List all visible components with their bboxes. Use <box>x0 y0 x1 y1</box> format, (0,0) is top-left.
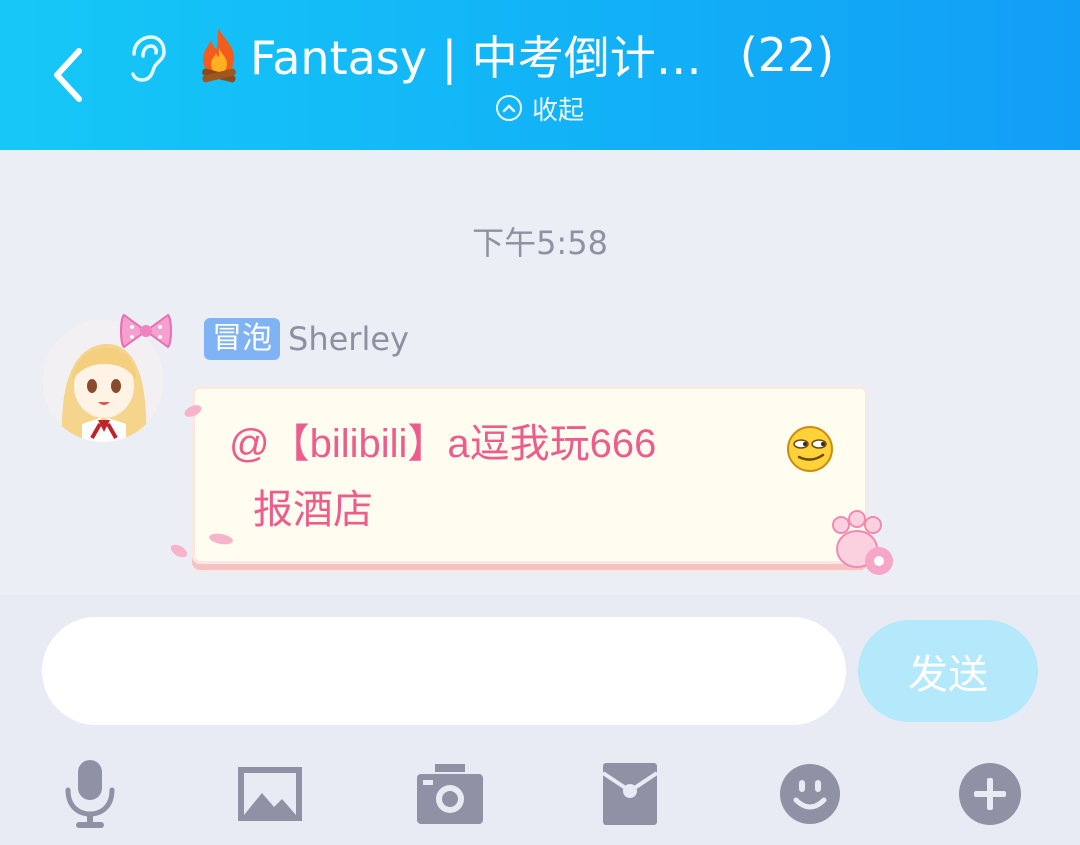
image-icon <box>238 767 302 821</box>
message-timestamp: 下午5:58 <box>472 224 608 262</box>
smirk-emoji-icon <box>787 426 833 472</box>
emoji-icon <box>780 764 840 824</box>
message-list[interactable]: 下午5:58 冒泡 Sherley @【bilibili】a逗我玩666 报酒店 <box>0 150 1080 595</box>
back-arrow-icon <box>54 48 82 102</box>
plus-icon <box>959 763 1021 825</box>
emoji-button[interactable] <box>765 749 855 839</box>
chevron-up-circle-icon <box>496 95 522 121</box>
message-input[interactable] <box>42 617 846 725</box>
chat-header: Fantasy | 中考倒计… (22) 收起 <box>0 0 1080 150</box>
petal-decoration-icon <box>184 405 202 417</box>
petal-decoration-icon <box>170 544 188 558</box>
member-count: (22) <box>739 28 835 82</box>
red-packet-button[interactable] <box>585 749 675 839</box>
camera-button[interactable] <box>405 749 495 839</box>
sender-avatar-wrap[interactable] <box>40 313 180 445</box>
message-text-line-2: 报酒店 <box>253 487 373 533</box>
ear-icon[interactable] <box>124 34 166 84</box>
send-button[interactable]: 发送 <box>858 620 1038 722</box>
collapse-toggle[interactable]: 收起 <box>496 90 584 126</box>
pink-bow-icon <box>120 313 172 349</box>
message-bubble[interactable]: @【bilibili】a逗我玩666 报酒店 <box>192 386 893 575</box>
status-badge: 冒泡 <box>204 318 280 360</box>
more-button[interactable] <box>945 749 1035 839</box>
group-title: Fantasy | 中考倒计… <box>250 31 702 85</box>
red-packet-icon <box>601 763 659 825</box>
cat-paw-decoration-icon <box>832 510 893 575</box>
group-title-row[interactable]: Fantasy | 中考倒计… (22) <box>194 22 834 88</box>
sender-name[interactable]: Sherley <box>288 320 409 358</box>
collapse-label: 收起 <box>532 95 585 126</box>
input-panel: 发送 <box>0 595 1080 845</box>
fire-icon <box>202 28 236 83</box>
back-button[interactable] <box>38 40 98 110</box>
voice-button[interactable] <box>45 749 135 839</box>
sender-name-row: 冒泡 Sherley <box>204 318 409 360</box>
message-text-line-1: @【bilibili】a逗我玩666 <box>229 422 657 466</box>
input-toolbar <box>0 745 1080 845</box>
petal-decoration-icon <box>209 533 233 545</box>
camera-icon <box>417 764 483 824</box>
image-button[interactable] <box>225 749 315 839</box>
microphone-icon <box>65 760 115 828</box>
